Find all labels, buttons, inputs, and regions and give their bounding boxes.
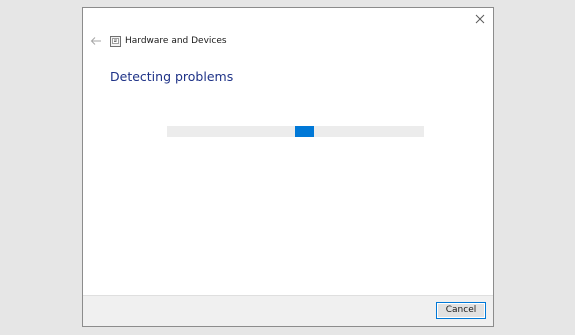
progress-bar bbox=[167, 126, 424, 137]
window-title: Hardware and Devices bbox=[125, 36, 227, 46]
back-button[interactable] bbox=[89, 34, 103, 48]
close-button[interactable] bbox=[471, 10, 489, 28]
page-heading: Detecting problems bbox=[110, 69, 234, 84]
cancel-button[interactable]: Cancel bbox=[436, 302, 486, 319]
back-arrow-icon bbox=[90, 37, 101, 45]
troubleshooter-dialog: Hardware and Devices Detecting problems … bbox=[82, 7, 494, 327]
dialog-footer: Cancel bbox=[83, 295, 493, 326]
progress-indicator bbox=[295, 126, 314, 137]
troubleshooter-icon bbox=[110, 35, 121, 47]
close-icon bbox=[475, 14, 485, 24]
title-bar-row: Hardware and Devices bbox=[89, 34, 227, 48]
